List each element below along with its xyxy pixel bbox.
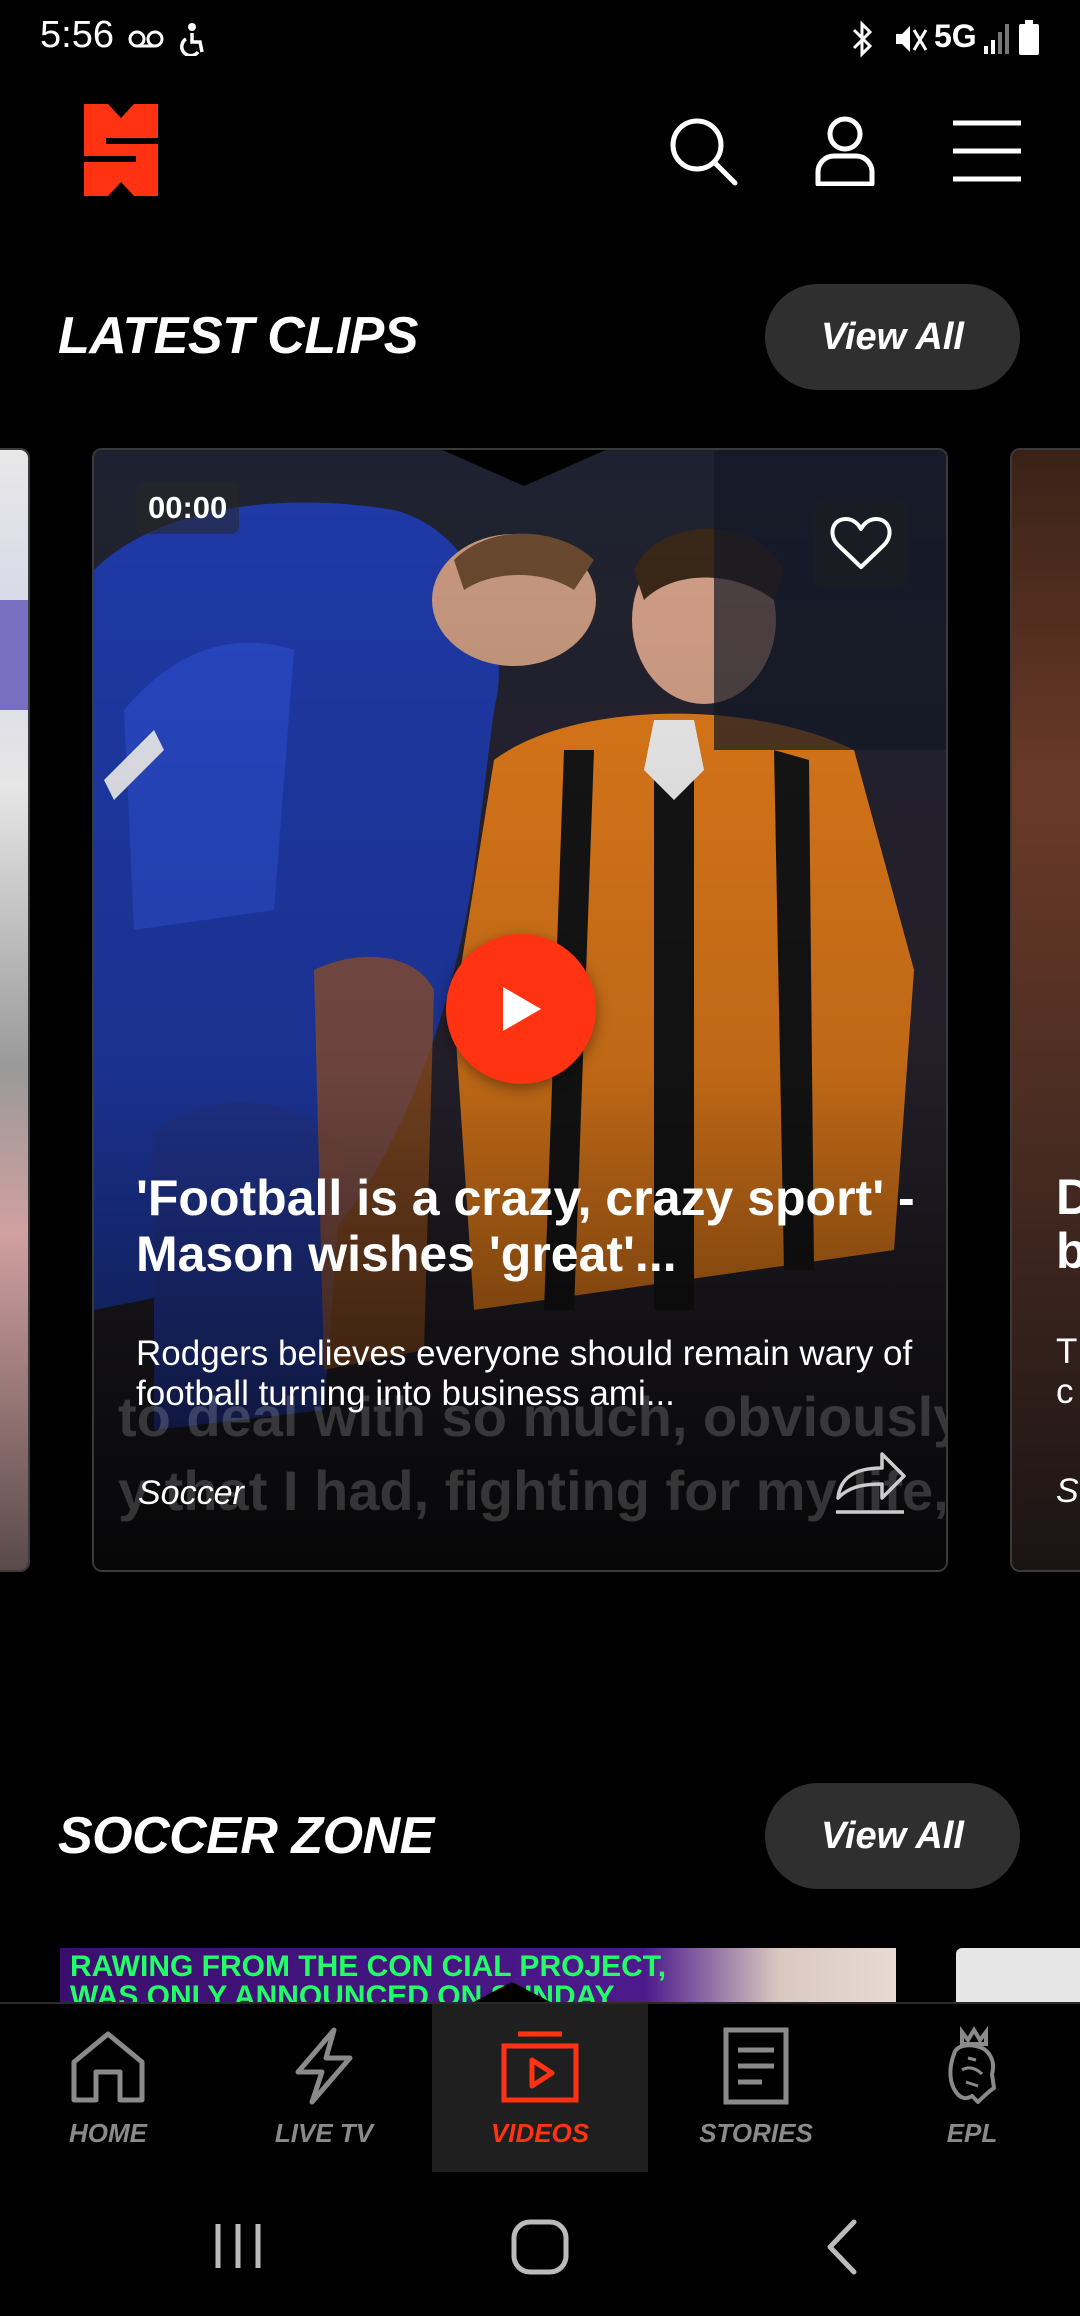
play-icon	[503, 987, 541, 1031]
accessibility-icon	[180, 23, 204, 56]
share-icon	[836, 1452, 906, 1514]
soccer-zone-preview-text: RAWING FROM THE CON CIAL PROJECT, WAS ON…	[70, 1950, 667, 2005]
bottom-navigation: HOME LIVE TV VIDEOS STORIES EPL	[0, 2002, 1080, 2174]
clip-description: Rodgers believes everyone should remain …	[136, 1334, 913, 1413]
supersport-logo[interactable]	[78, 104, 164, 196]
home-system-icon	[511, 2219, 569, 2275]
profile-icon	[815, 116, 875, 186]
nav-live-tv-label: LIVE TV	[274, 2118, 374, 2148]
home-icon	[71, 2031, 145, 2103]
document-icon	[723, 2027, 789, 2105]
nav-stories-label: STORIES	[699, 2118, 813, 2148]
clip-timestamp: 00:00	[136, 482, 240, 534]
mute-icon	[896, 26, 928, 52]
recent-apps-icon	[215, 2224, 261, 2268]
latest-clips-view-all-button[interactable]: View All	[765, 284, 1020, 390]
soccer-zone-next-card-preview[interactable]	[956, 1948, 1080, 2004]
system-navigation-bar	[0, 2172, 1080, 2316]
home-system-button[interactable]	[500, 2212, 580, 2282]
next-clip-card[interactable]: D b T c S	[1010, 448, 1080, 1572]
app-header	[0, 80, 1080, 230]
back-icon	[827, 2219, 857, 2275]
nav-videos-label: VIDEOS	[490, 2118, 590, 2148]
battery-icon	[1019, 20, 1039, 55]
video-play-icon	[501, 2031, 579, 2103]
soccer-zone-card-preview[interactable]: RAWING FROM THE CON CIAL PROJECT, WAS ON…	[60, 1948, 896, 2004]
nav-home-label: HOME	[69, 2118, 147, 2148]
previous-clip-card[interactable]	[0, 448, 30, 1572]
latest-clips-title: LATEST CLIPS	[58, 307, 418, 365]
menu-button[interactable]	[942, 106, 1032, 196]
status-time: 5:56	[40, 14, 114, 56]
voicemail-icon	[128, 30, 164, 48]
premier-league-lion-icon	[948, 2026, 996, 2104]
network-type: 5G	[934, 18, 977, 54]
recent-apps-button[interactable]	[198, 2212, 278, 2282]
profile-button[interactable]	[800, 106, 890, 196]
status-bar: 5:56 5G	[0, 0, 1080, 80]
card-notch	[438, 450, 610, 486]
signal-icon	[984, 24, 1009, 54]
back-system-button[interactable]	[802, 2212, 882, 2282]
search-button[interactable]	[658, 106, 748, 196]
play-button[interactable]	[446, 934, 596, 1084]
lightning-icon	[295, 2027, 353, 2105]
clip-card[interactable]: to deal with so much, obviously h y that…	[92, 448, 948, 1572]
bluetooth-icon	[852, 20, 873, 58]
favorite-button[interactable]	[814, 498, 908, 588]
nav-stories[interactable]: STORIES	[648, 2004, 864, 2174]
nav-videos[interactable]: VIDEOS	[432, 2004, 648, 2174]
nav-epl-label: EPL	[946, 2118, 998, 2148]
clip-title[interactable]: 'Football is a crazy, crazy sport' - Mas…	[136, 1170, 926, 1282]
soccer-zone-title: SOCCER ZONE	[58, 1807, 434, 1865]
clip-category[interactable]: Soccer	[138, 1474, 244, 1513]
soccer-zone-view-all-button[interactable]: View All	[765, 1783, 1020, 1889]
heart-icon	[830, 517, 892, 569]
nav-live-tv[interactable]: LIVE TV	[216, 2004, 432, 2174]
share-button[interactable]	[830, 1440, 910, 1520]
menu-icon	[953, 120, 1021, 182]
search-icon	[670, 118, 738, 186]
nav-epl[interactable]: EPL	[864, 2004, 1080, 2174]
nav-home[interactable]: HOME	[0, 2004, 216, 2174]
